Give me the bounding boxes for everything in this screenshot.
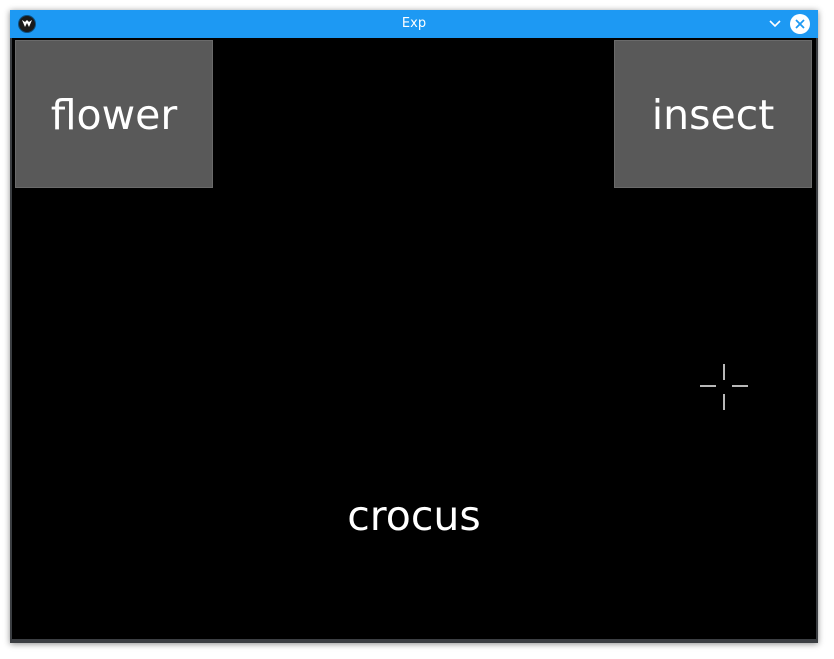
chevron-down-icon xyxy=(769,20,781,28)
stimulus-word: crocus xyxy=(347,492,481,540)
left-category-box[interactable]: flower xyxy=(15,40,213,188)
right-category-box[interactable]: insect xyxy=(614,40,812,188)
window-title: Exp xyxy=(401,16,427,31)
close-button[interactable] xyxy=(790,14,810,34)
close-icon xyxy=(795,19,805,29)
app-window: Exp flower insect crocus xyxy=(10,10,818,643)
crosshair-cursor-icon xyxy=(700,364,748,410)
minimize-button[interactable] xyxy=(766,15,784,33)
experiment-canvas[interactable]: flower insect crocus xyxy=(12,38,816,639)
titlebar[interactable]: Exp xyxy=(10,10,818,38)
